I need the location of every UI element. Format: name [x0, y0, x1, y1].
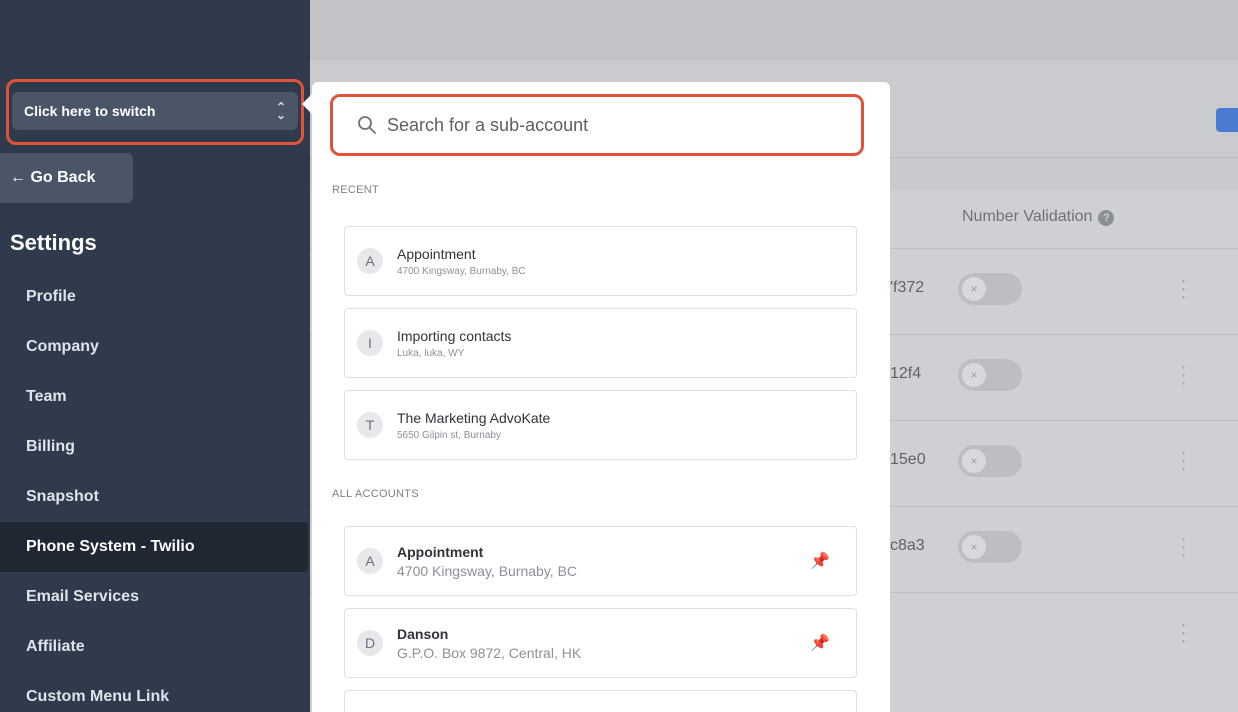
sidebar-item-phone-system[interactable]: Phone System - Twilio [0, 522, 308, 572]
account-address: 5650 Gilpin st, Burnaby [397, 429, 501, 441]
more-options-icon[interactable]: · · · [1180, 443, 1187, 479]
number-sid: 15e0 [890, 451, 926, 468]
sidebar-item-email-services[interactable]: Email Services [0, 572, 310, 622]
go-back-button[interactable]: ← Go Back [0, 153, 133, 203]
account-list-item[interactable]: A Appointment 4700 Kingsway, Burnaby, BC… [344, 526, 857, 596]
toggle-off-icon: × [962, 277, 986, 301]
number-validation-header: Number Validation? [962, 208, 1115, 226]
avatar: T [357, 412, 383, 438]
avatar: A [357, 248, 383, 274]
number-sid: 12f4 [890, 365, 922, 382]
account-name: Appointment [397, 543, 484, 560]
toggle-off-icon: × [962, 535, 986, 559]
account-address: 4700 Kingsway, Burnaby, BC [397, 265, 526, 277]
chevron-updown-icon: ⌃ ⌄ [275, 100, 286, 122]
more-options-icon[interactable]: · · · [1180, 357, 1187, 393]
more-options-icon[interactable]: · · · [1180, 529, 1187, 565]
recent-account-item[interactable]: I Importing contacts Luka, luka, WY [344, 308, 857, 378]
sidebar-item-custom-menu-link[interactable]: Custom Menu Link [0, 672, 310, 712]
account-switcher[interactable]: Click here to switch ⌃ ⌄ [12, 92, 298, 130]
subaccount-search[interactable] [330, 94, 864, 156]
account-list-item[interactable] [344, 690, 857, 712]
number-validation-toggle[interactable]: × [958, 445, 1022, 477]
primary-action-button[interactable] [1216, 108, 1238, 132]
number-validation-toggle[interactable]: × [958, 531, 1022, 563]
account-name: The Marketing AdvoKate [397, 409, 551, 426]
recent-account-item[interactable]: T The Marketing AdvoKate 5650 Gilpin st,… [344, 390, 857, 460]
number-validation-toggle[interactable]: × [958, 273, 1022, 305]
sidebar-item-snapshot[interactable]: Snapshot [0, 472, 310, 522]
account-name: Danson [397, 625, 449, 642]
number-sid: c8a3 [890, 537, 925, 554]
recent-account-item[interactable]: A Appointment 4700 Kingsway, Burnaby, BC [344, 226, 857, 296]
pin-icon[interactable]: 📌 [810, 551, 830, 571]
sidebar-item-profile[interactable]: Profile [0, 272, 310, 322]
account-name: Appointment [397, 245, 476, 262]
account-address: Luka, luka, WY [397, 347, 465, 359]
number-validation-toggle[interactable]: × [958, 359, 1022, 391]
pin-icon[interactable]: 📌 [810, 633, 830, 653]
all-accounts-section-label: ALL ACCOUNTS [332, 488, 419, 500]
search-icon [358, 116, 376, 134]
more-options-icon[interactable]: · · · [1180, 615, 1187, 651]
column-header-label: Number Validation [962, 208, 1093, 225]
account-address: 4700 Kingsway, Burnaby, BC [397, 562, 578, 579]
sidebar-item-affiliate[interactable]: Affiliate [0, 622, 310, 672]
sidebar: Click here to switch ⌃ ⌄ ← Go Back Settin… [0, 0, 310, 712]
sidebar-item-billing[interactable]: Billing [0, 422, 310, 472]
search-input[interactable] [387, 114, 827, 136]
page-topbar [310, 0, 1238, 60]
settings-nav: Profile Company Team Billing Snapshot Ph… [0, 272, 310, 712]
avatar: I [357, 330, 383, 356]
toggle-off-icon: × [962, 363, 986, 387]
avatar: D [357, 630, 383, 656]
account-list-item[interactable]: D Danson G.P.O. Box 9872, Central, HK 📌 [344, 608, 857, 678]
question-circle-icon[interactable]: ? [1098, 210, 1115, 226]
toggle-off-icon: × [962, 449, 986, 473]
avatar: A [357, 548, 383, 574]
account-name: Importing contacts [397, 327, 512, 344]
more-options-icon[interactable]: · · · [1180, 271, 1187, 307]
account-address: G.P.O. Box 9872, Central, HK [397, 644, 582, 661]
sidebar-item-company[interactable]: Company [0, 322, 310, 372]
number-sid: 'f372 [890, 279, 925, 296]
subaccount-switcher-popover: RECENT A Appointment 4700 Kingsway, Burn… [312, 82, 890, 712]
settings-heading: Settings [10, 230, 97, 255]
sidebar-item-team[interactable]: Team [0, 372, 310, 422]
account-switcher-label: Click here to switch [24, 103, 156, 119]
recent-section-label: RECENT [332, 184, 380, 196]
